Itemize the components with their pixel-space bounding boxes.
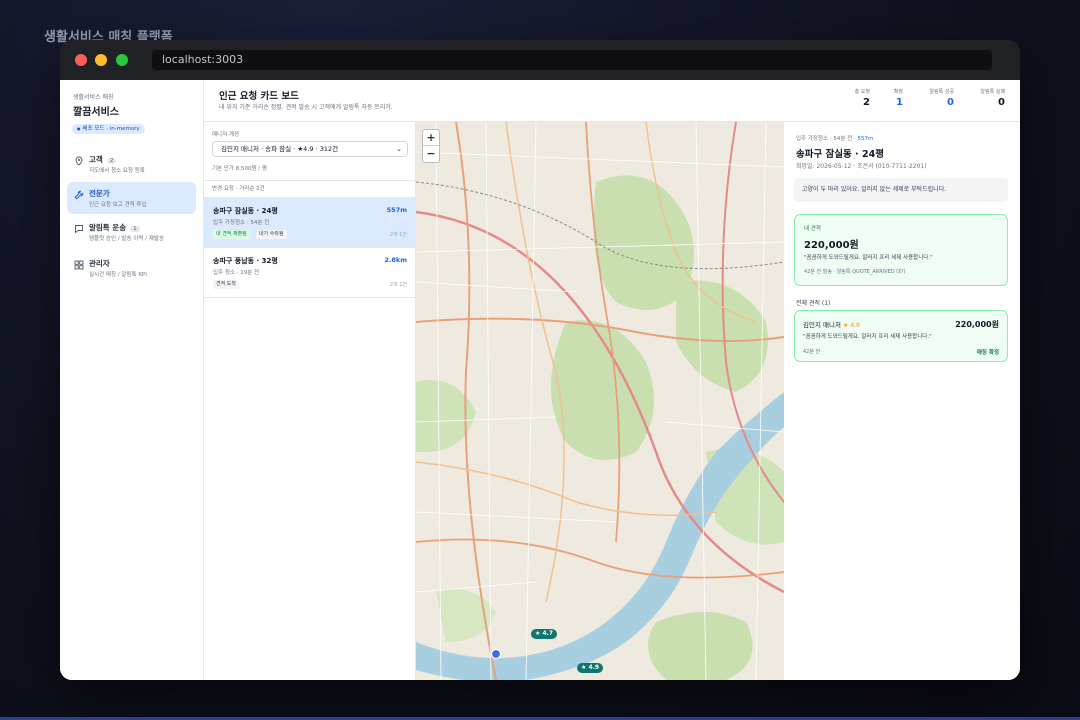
match-confirmed-badge: 매칭 확정 [976, 350, 999, 356]
request-title: 송파구 풍납동 · 32평 [213, 257, 278, 265]
request-subtitle: 입주 가정청소 · 54분 전 [213, 220, 270, 226]
kpi-alimtalk-success: 알림톡 성공 0 [929, 89, 954, 108]
map-tiles [416, 122, 784, 680]
page-subtitle: 내 위치 기준 거리순 정렬. 견적 발송 시 고객에게 알림톡 자동 트리거. [219, 104, 393, 111]
sidebar-item-desc: 지도에서 청소 요청 등록 [89, 168, 145, 174]
status-tag: 내가 수락됨 [256, 230, 287, 239]
sidebar-item-label: 전문가 [89, 189, 110, 198]
request-time: 2개 1건 [389, 282, 407, 288]
request-distance: 557m [386, 206, 407, 214]
sidebar-item-desc: 실시간 매칭 / 알림톡 KPI [89, 272, 147, 278]
request-subtitle: 입주 청소 · 19분 전 [213, 270, 260, 276]
detail-meta: 입주 가정청소 · 54분 전 · 557m [796, 136, 874, 142]
quote-card[interactable]: 김민지 매니저 ★ 4.9 220,000원 "꼼꼼하게 도와드릴게요. 알러지… [794, 310, 1008, 362]
sidebar-item-alimtalk[interactable]: 알림톡 운송 1 템플릿 승인 / 발송 이력 / 재발송 [67, 216, 196, 248]
wrench-icon [74, 190, 84, 200]
expert-marker[interactable]: ★ 4.9 [577, 663, 604, 673]
status-tag: 내 견적 제출됨 [213, 230, 250, 239]
chat-bubble-icon [75, 225, 83, 234]
request-detail-panel: 입주 가정청소 · 54분 전 · 557m 송파구 잠실동 · 24평 희망일… [784, 122, 1020, 680]
request-distance: 2.8km [384, 256, 407, 264]
brand-subtitle: 생활서비스 매칭 [73, 94, 114, 101]
sidebar: 생활서비스 매칭 깔끔서비스 배포 모드 · in-memory 고객2 지도에… [60, 80, 204, 680]
sidebar-item-desc: 템플릿 승인 / 발송 이력 / 재발송 [89, 236, 164, 242]
request-time: 2개 1건 [389, 232, 407, 238]
browser-titlebar: localhost:3003 [60, 40, 1020, 80]
request-card[interactable]: 송파구 잠실동 · 24평 557m 입주 가정청소 · 54분 전 내 견적 … [204, 198, 416, 248]
quote-manager-name: 김민지 매니저 ★ 4.9 [803, 321, 860, 329]
my-quote-box: 내 견적 220,000원 "꼼꼼하게 도와드릴게요. 알러지 프리 세제 사용… [794, 214, 1008, 286]
count-badge: 1 [130, 226, 140, 232]
quote-amount: 220,000원 [955, 320, 999, 329]
manager-label: 매니저 계정 [212, 132, 240, 138]
request-card[interactable]: 송파구 풍납동 · 32평 2.8km 입주 청소 · 19분 전 견적 도착 … [204, 248, 416, 298]
minimize-window-button[interactable] [95, 54, 107, 66]
sidebar-item-desc: 인근 요청 보고 견적 투입 [89, 202, 147, 208]
quote-message: "꼼꼼하게 도와드릴게요. 알러지 프리 세제 사용합니다." [803, 334, 932, 340]
sidebar-item-admin[interactable]: 관리자 실시간 매칭 / 알림톡 KPI [67, 252, 196, 284]
browser-window: localhost:3003 생활서비스 매칭 깔끔서비스 배포 모드 · in… [60, 40, 1020, 680]
sidebar-item-label: 고객 2 [89, 154, 117, 165]
page-title: 인근 요청 카드 보드 [219, 91, 299, 102]
kpi-total-requests: 총 요청 2 [854, 89, 870, 108]
env-badge: 배포 모드 · in-memory [72, 124, 145, 134]
manager-select[interactable]: 김민지 매니저 · 송파 잠실 · ★4.9 · 312건 ⌄ [212, 141, 408, 157]
sidebar-item-label: 알림톡 운송 1 [89, 222, 140, 233]
detail-date-line: 희망일: 2026-05-12 · 조은서 (010-7711-2201) [796, 163, 927, 170]
zoom-out-button[interactable]: − [423, 146, 439, 162]
sidebar-item-customer[interactable]: 고객 2 지도에서 청소 요청 등록 [67, 148, 196, 180]
request-title: 송파구 잠실동 · 24평 [213, 207, 278, 215]
page-content: 생활서비스 매칭 깔끔서비스 배포 모드 · in-memory 고객2 지도에… [60, 80, 1020, 680]
my-quote-message: "꼼꼼하게 도와드릴게요. 알러지 프리 세제 사용합니다." [804, 255, 933, 261]
request-list-panel: 매니저 계정 김민지 매니저 · 송파 잠실 · ★4.9 · 312건 ⌄ 기… [204, 122, 416, 680]
price-note: 기본 단가 8,500원 / 평 [212, 166, 267, 172]
dashboard-grid-icon [74, 260, 84, 270]
my-location-marker [490, 648, 502, 660]
count-badge: 2 [106, 158, 117, 164]
all-quotes-heading: 전체 견적 (1) [796, 300, 831, 307]
list-header: 반경 요청 · 거리순 2건 [204, 180, 416, 198]
detail-title: 송파구 잠실동 · 24평 [796, 149, 884, 160]
my-quote-status: 42분 전 발송 · 알림톡 QUOTE_ARRIVED 대기 [804, 269, 906, 275]
expert-marker[interactable]: ★ 4.7 [531, 629, 558, 639]
my-quote-label: 내 견적 [804, 226, 821, 232]
zoom-in-button[interactable]: + [423, 130, 439, 146]
quote-time: 42분 전 [803, 349, 821, 355]
my-quote-amount: 220,000원 [804, 240, 859, 251]
page-header: 인근 요청 카드 보드 내 위치 기준 거리순 정렬. 견적 발송 시 고객에게… [204, 80, 1020, 122]
close-window-button[interactable] [75, 54, 87, 66]
kpi-alimtalk-failure: 알림톡 실패 0 [980, 89, 1005, 108]
sidebar-item-label: 관리자 [89, 259, 110, 268]
map-pin-icon [75, 156, 83, 166]
chevron-down-icon: ⌄ [396, 145, 402, 153]
maximize-window-button[interactable] [116, 54, 128, 66]
kpi-confirmed: 확정 1 [893, 89, 903, 108]
sidebar-item-expert[interactable]: 전문가 인근 요청 보고 견적 투입 [67, 182, 196, 214]
url-bar[interactable]: localhost:3003 [152, 50, 992, 70]
zoom-control: + − [422, 129, 440, 163]
map-view[interactable]: + − ★ 4.7 ★ 4.9 [416, 122, 784, 680]
brand-title: 깔끔서비스 [73, 107, 119, 118]
customer-note: 고양이 두 마리 있어요. 알러지 없는 세제로 부탁드립니다. [794, 178, 1008, 202]
status-tag: 견적 도착 [213, 280, 239, 289]
star-rating: ★ 4.9 [843, 322, 860, 329]
